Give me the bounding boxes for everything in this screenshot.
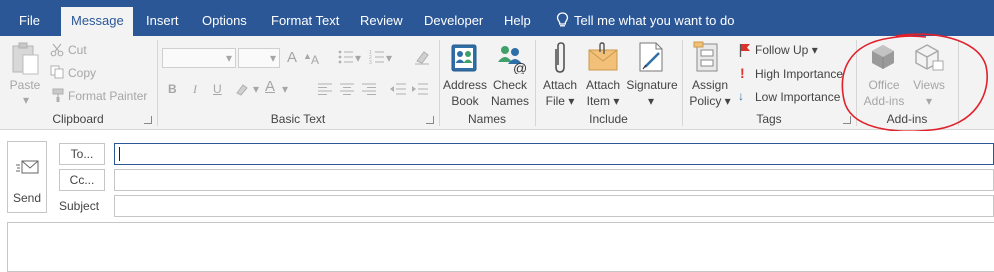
cc-field[interactable] <box>114 169 994 191</box>
assign-policy-label-2: Policy ▾ <box>689 94 731 108</box>
address-book-button[interactable]: Address <box>440 78 490 93</box>
to-field[interactable] <box>114 143 994 165</box>
high-importance-button[interactable]: High Importance <box>755 66 843 82</box>
italic-button[interactable]: I <box>193 81 197 97</box>
tab-file[interactable]: File <box>9 7 50 36</box>
tab-developer[interactable]: Developer <box>414 7 493 36</box>
font-size-dropdown-icon[interactable]: ▾ <box>270 50 276 66</box>
svg-text:@: @ <box>513 60 527 74</box>
tab-message[interactable]: Message <box>61 7 133 36</box>
increase-indent-icon[interactable] <box>412 83 428 98</box>
copy-button[interactable]: Copy <box>68 65 96 81</box>
paste-icon <box>10 42 40 81</box>
signature-button[interactable]: Signature <box>624 78 680 93</box>
shrink-font-button[interactable]: A <box>311 52 319 68</box>
clear-formatting-icon[interactable] <box>414 49 430 68</box>
tab-format-text[interactable]: Format Text <box>261 7 349 36</box>
signature-dropdown-icon[interactable]: ▾ <box>644 94 658 109</box>
basic-text-group: ▾ ▾ A ▲ A ▾ 123 ▾ B I U ▾ A ▾ Basic Text <box>158 36 438 130</box>
subject-field[interactable] <box>114 195 994 217</box>
align-center-icon[interactable] <box>340 83 354 98</box>
attach-file-label-2: File ▾ <box>545 94 575 108</box>
names-group: Address Book @ Check Names Names <box>440 36 534 130</box>
attach-item-label-2: Item ▾ <box>586 94 620 108</box>
high-importance-icon: ! <box>740 65 745 81</box>
clipboard-group-label: Clipboard <box>52 112 104 126</box>
font-name-dropdown-icon[interactable]: ▾ <box>226 50 232 66</box>
include-group-label: Include <box>589 112 628 126</box>
cc-button[interactable]: Cc... <box>59 169 105 191</box>
address-book-label-2: Book <box>451 94 479 108</box>
numbering-icon[interactable]: 123 <box>369 49 385 68</box>
send-button[interactable]: Send <box>7 141 47 213</box>
attach-item-button[interactable]: Attach <box>582 78 624 93</box>
tab-review[interactable]: Review <box>350 7 413 36</box>
copy-icon <box>50 65 64 82</box>
low-importance-icon: ↓ <box>738 89 744 103</box>
follow-up-button[interactable]: Follow Up ▾ <box>755 42 818 58</box>
clipboard-group: Paste ▾ Cut Copy Format Painter Clipboar… <box>0 36 156 130</box>
align-right-icon[interactable] <box>362 83 376 98</box>
highlight-icon[interactable] <box>235 82 251 99</box>
clipboard-launcher-icon[interactable] <box>144 116 152 124</box>
signature-icon <box>637 41 665 76</box>
align-left-icon[interactable] <box>318 83 332 98</box>
bullets-icon[interactable] <box>338 49 354 68</box>
check-names-icon: @ <box>496 42 528 77</box>
font-color-dropdown-icon[interactable]: ▾ <box>282 81 288 97</box>
cut-button[interactable]: Cut <box>68 42 87 58</box>
lightbulb-icon <box>556 12 569 27</box>
low-importance-button[interactable]: Low Importance <box>755 89 840 105</box>
attach-file-button[interactable]: Attach <box>538 78 582 93</box>
include-group: Attach File ▾ Attach Item ▾ Signature ▾ … <box>536 36 681 130</box>
paperclip-icon <box>551 41 569 78</box>
assign-policy-button[interactable]: Assign <box>685 78 735 93</box>
send-icon <box>16 159 40 180</box>
cut-icon <box>50 43 64 60</box>
flag-icon <box>739 43 751 60</box>
attach-item-icon <box>587 42 619 75</box>
annotation-circle <box>841 33 988 132</box>
underline-button[interactable]: U <box>213 81 222 97</box>
tags-group: Assign Policy ▾ Follow Up ▾ ! High Impor… <box>683 36 855 130</box>
to-button[interactable]: To... <box>59 143 105 165</box>
format-painter-button[interactable]: Format Painter <box>68 88 147 104</box>
font-color-button[interactable]: A <box>265 79 275 95</box>
paste-button[interactable]: Paste <box>8 78 42 93</box>
tell-me-search[interactable]: Tell me what you want to do <box>556 7 734 35</box>
message-body[interactable] <box>7 222 994 272</box>
basic-text-group-label: Basic Text <box>270 112 326 126</box>
tab-insert[interactable]: Insert <box>136 7 189 36</box>
paste-dropdown-icon[interactable]: ▾ <box>21 93 31 108</box>
basic-text-launcher-icon[interactable] <box>426 116 434 124</box>
check-names-label-2: Names <box>490 94 529 108</box>
tags-group-label: Tags <box>756 112 782 126</box>
names-group-label: Names <box>467 112 506 126</box>
highlight-dropdown-icon[interactable]: ▾ <box>253 81 259 97</box>
bullets-dropdown-icon[interactable]: ▾ <box>355 50 361 66</box>
address-book-icon <box>449 43 479 76</box>
decrease-indent-icon[interactable] <box>390 83 406 98</box>
bold-button[interactable]: B <box>168 81 177 97</box>
check-names-button[interactable]: Check <box>488 78 532 93</box>
send-label: Send <box>12 191 42 205</box>
svg-text:3: 3 <box>369 60 372 65</box>
grow-font-button[interactable]: A <box>287 50 297 66</box>
format-painter-icon <box>50 88 64 105</box>
text-cursor <box>119 147 120 161</box>
tab-options[interactable]: Options <box>192 7 257 36</box>
subject-label: Subject <box>59 199 100 213</box>
tell-me-label: Tell me what you want to do <box>574 13 735 28</box>
font-name-box[interactable] <box>162 48 236 68</box>
assign-policy-icon <box>693 41 721 76</box>
tab-help[interactable]: Help <box>494 7 541 36</box>
numbering-dropdown-icon[interactable]: ▾ <box>386 50 392 66</box>
